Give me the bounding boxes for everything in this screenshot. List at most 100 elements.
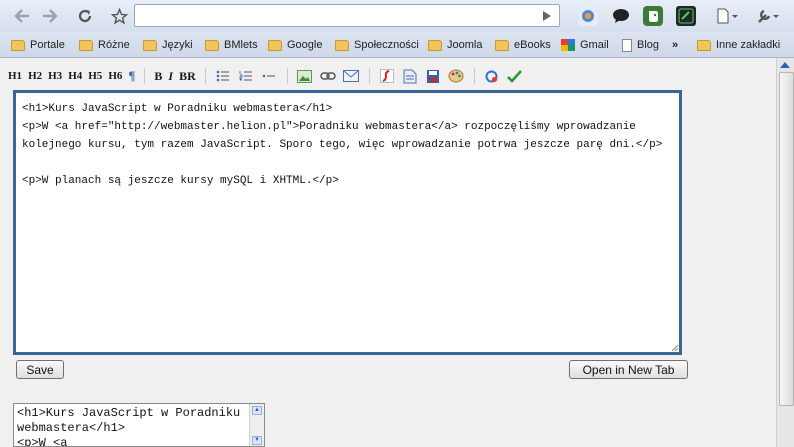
preview-box: <h1>Kurs JavaScript w Poradniku webmaste… [13, 403, 265, 447]
back-arrow-icon [14, 9, 29, 23]
save-file-button[interactable] [425, 68, 441, 84]
wrench-icon [758, 9, 779, 23]
checkmark-icon [507, 69, 523, 83]
link-chain-icon [320, 72, 336, 80]
insert-image-button[interactable] [297, 68, 313, 84]
bookmark-folder-google[interactable]: Google [268, 37, 322, 53]
play-arrow-icon [543, 10, 551, 21]
floppy-disk-icon [426, 69, 439, 83]
preview-text: <h1>Kurs JavaScript w Poradniku webmaste… [17, 406, 241, 447]
scroll-up-arrow-icon[interactable] [780, 62, 790, 68]
bookmark-folder-portale[interactable]: Portale [11, 37, 65, 53]
go-button[interactable] [536, 5, 558, 26]
toolbar-separator [286, 68, 288, 84]
bookmark-star-button[interactable] [107, 5, 131, 27]
extension-editor[interactable] [676, 6, 696, 26]
forward-button[interactable] [38, 5, 62, 27]
back-button[interactable] [10, 5, 34, 27]
folder-icon [268, 39, 282, 51]
extension-translate[interactable] [578, 6, 598, 26]
extension-evernote[interactable] [643, 6, 663, 26]
h4-button[interactable]: H4 [68, 70, 82, 82]
page-scrollbar[interactable] [776, 58, 794, 447]
page-menu-button[interactable] [712, 5, 742, 27]
html-editor-textarea[interactable]: <h1>Kurs JavaScript w Poradniku webmaste… [13, 90, 682, 355]
italic-button[interactable]: I [168, 69, 173, 84]
page-icon [622, 38, 632, 52]
color-palette-button[interactable] [448, 68, 464, 84]
browser-navbar [0, 0, 794, 32]
bookmark-folder-rozne[interactable]: Różne [79, 37, 130, 53]
bookmark-label: BMlets [224, 39, 258, 51]
bullet-list-icon [216, 70, 229, 82]
bookmark-folder-bmlets[interactable]: BMlets [205, 37, 258, 53]
h6-button[interactable]: H6 [108, 70, 122, 82]
scrollbar-thumb[interactable] [779, 72, 794, 406]
folder-icon [205, 39, 219, 51]
scroll-down-arrow-icon[interactable]: ▼ [252, 436, 262, 445]
open-in-new-tab-button[interactable]: Open in New Tab [569, 360, 688, 379]
paragraph-button[interactable]: ¶ [128, 68, 135, 84]
bookmark-label: Gmail [580, 39, 609, 51]
bookmark-label: Google [287, 39, 323, 51]
bookmark-label: Blog [637, 39, 660, 51]
apply-button[interactable] [507, 68, 523, 84]
flash-button[interactable] [379, 68, 395, 84]
editor-ext-icon [678, 8, 694, 24]
reload-icon [78, 9, 92, 23]
bookmark-label: Różne [98, 39, 130, 51]
envelope-icon [342, 70, 359, 82]
document-button[interactable] [402, 68, 418, 84]
scroll-up-arrow-icon[interactable]: ▲ [252, 406, 262, 415]
star-icon [110, 7, 128, 25]
numbered-list-icon [239, 71, 252, 81]
h2-button[interactable]: H2 [28, 70, 42, 82]
bookmark-label: eBooks [514, 39, 551, 51]
translate-globe-icon [582, 10, 594, 22]
unordered-list-button[interactable] [215, 68, 231, 84]
preview-scrollbar[interactable]: ▲ ▼ [249, 404, 264, 446]
toolbar-separator [144, 68, 146, 84]
editor-toolbar: H1 H2 H3 H4 H5 H6 ¶ B I BR [8, 66, 530, 86]
address-bar[interactable] [134, 4, 560, 27]
refresh-preview-button[interactable] [484, 68, 500, 84]
folder-icon [495, 39, 509, 51]
wrench-menu-button[interactable] [752, 5, 784, 27]
bookmarks-bar: Portale Różne Języki BMlets Google Społe… [0, 32, 794, 58]
resize-grip-icon[interactable] [670, 343, 679, 352]
h3-button[interactable]: H3 [48, 70, 62, 82]
bookmark-folder-ebooks[interactable]: eBooks [495, 37, 551, 53]
insert-email-button[interactable] [342, 68, 359, 84]
bookmark-label: Społeczności [354, 39, 419, 51]
bookmark-folder-other[interactable]: Inne zakładki [697, 37, 780, 53]
flash-icon [379, 69, 394, 83]
bookmarks-overflow-button[interactable]: » [672, 37, 678, 53]
bookmark-folder-joomla[interactable]: Joomla [428, 37, 482, 53]
bookmark-label: Języki [162, 39, 193, 51]
bookmark-gmail[interactable]: Gmail [561, 37, 609, 53]
insert-link-button[interactable] [320, 68, 336, 84]
bookmark-folder-spolecznosci[interactable]: Społeczności [335, 37, 419, 53]
document-icon [403, 69, 417, 83]
reload-button[interactable] [73, 5, 97, 27]
gmail-icon [561, 38, 575, 52]
folder-icon [428, 39, 442, 51]
line-break-button[interactable]: BR [179, 69, 196, 84]
speech-bubble-icon [613, 9, 629, 23]
refresh-blue-icon [485, 70, 498, 82]
bookmark-blog[interactable]: Blog [622, 37, 659, 53]
image-icon [297, 69, 313, 83]
save-button[interactable]: Save [16, 360, 64, 379]
h5-button[interactable]: H5 [88, 70, 102, 82]
bookmark-folder-jezyki[interactable]: Języki [143, 37, 193, 53]
list-item-button[interactable] [261, 68, 277, 84]
ordered-list-button[interactable] [238, 68, 254, 84]
chevron-double-right-icon: » [672, 39, 679, 51]
h1-button[interactable]: H1 [8, 70, 22, 82]
bold-button[interactable]: B [154, 69, 162, 84]
folder-icon [11, 39, 25, 51]
folder-icon [335, 39, 349, 51]
forward-arrow-icon [43, 9, 58, 23]
elephant-icon [649, 11, 658, 22]
extension-chat[interactable] [611, 6, 631, 26]
